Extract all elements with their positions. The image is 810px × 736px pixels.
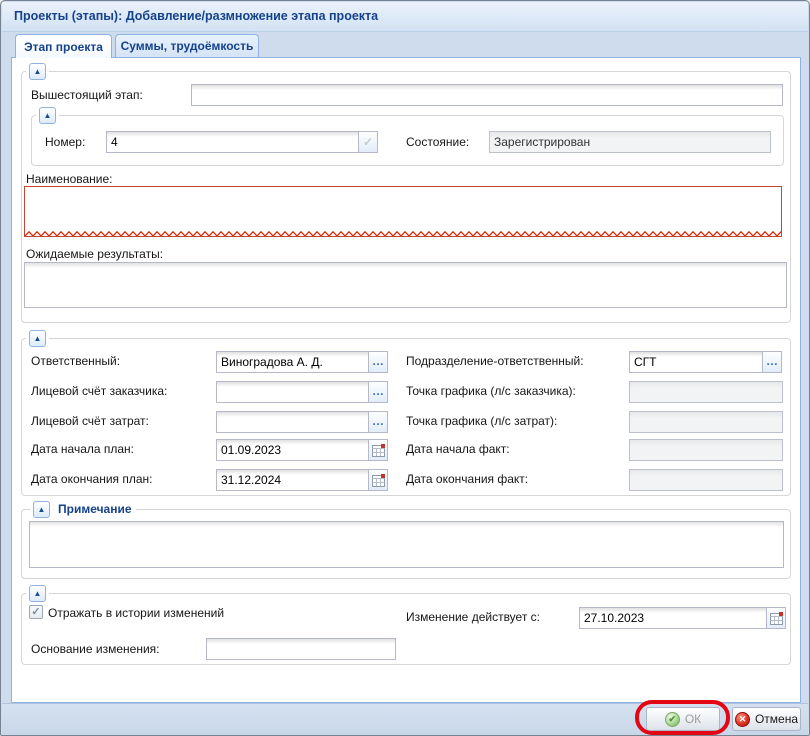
fact-start-date-label: Дата начала факт:	[406, 442, 510, 456]
calendar-icon	[372, 474, 385, 487]
triangle-up-icon: ▲	[44, 112, 52, 120]
ellipsis-icon: …	[372, 386, 384, 396]
plan-end-date-trigger[interactable]	[368, 469, 388, 491]
cancel-button[interactable]: ✕ Отмена	[732, 707, 801, 731]
schedule-point-customer-label: Точка графика (л/с заказчика):	[406, 384, 576, 398]
change-effective-date-input[interactable]	[579, 607, 767, 629]
triangle-up-icon: ▲	[34, 590, 42, 598]
triangle-up-icon: ▲	[34, 68, 42, 76]
window-titlebar[interactable]: Проекты (этапы): Добавление/размножение …	[2, 2, 808, 32]
responsible-lookup-trigger[interactable]: …	[368, 351, 388, 373]
fieldset-details-collapse-button[interactable]: ▲	[29, 330, 46, 347]
responsible-department-label: Подразделение-ответственный:	[406, 354, 584, 368]
ellipsis-icon: …	[766, 356, 778, 366]
schedule-point-cost-input	[629, 411, 783, 433]
state-label: Состояние:	[406, 135, 469, 149]
plan-start-date-trigger[interactable]	[368, 439, 388, 461]
history-checkbox: ✓	[29, 605, 43, 619]
ok-check-icon: ✔	[665, 712, 680, 727]
cancel-x-icon: ✕	[735, 712, 750, 727]
triangle-up-icon: ▲	[34, 335, 42, 343]
ellipsis-icon: …	[372, 356, 384, 366]
change-effective-date-trigger[interactable]	[766, 607, 786, 629]
ok-button-label: ОК	[685, 712, 701, 726]
calendar-icon	[770, 612, 783, 625]
name-field-invalid	[24, 186, 782, 237]
customer-account-lookup-trigger[interactable]: …	[368, 381, 388, 403]
fieldset-number-collapse-button[interactable]: ▲	[39, 107, 56, 124]
expected-results-label: Ожидаемые результаты:	[26, 247, 163, 261]
cost-account-label: Лицевой счёт затрат:	[31, 414, 149, 428]
number-confirm-trigger[interactable]: ✓	[358, 131, 378, 153]
schedule-point-customer-input	[629, 381, 783, 403]
name-label: Наименование:	[26, 172, 113, 186]
number-input[interactable]	[106, 131, 359, 153]
tab-stage-label: Этап проекта	[24, 40, 103, 54]
tab-sums[interactable]: Суммы, трудоёмкость	[115, 34, 259, 57]
cost-account-lookup-trigger[interactable]: …	[368, 411, 388, 433]
calendar-icon	[372, 444, 385, 457]
note-legend: Примечание	[54, 502, 136, 516]
plan-end-date-input[interactable]	[216, 469, 369, 491]
parent-stage-label: Вышестоящий этап:	[31, 88, 143, 102]
window-title: Проекты (этапы): Добавление/размножение …	[14, 9, 378, 23]
dialog-window: Проекты (этапы): Добавление/размножение …	[0, 0, 810, 736]
plan-start-date-label: Дата начала план:	[31, 442, 134, 456]
invalid-underline-icon	[25, 231, 781, 236]
name-textarea[interactable]	[25, 187, 781, 230]
change-effective-date-label: Изменение действует с:	[406, 610, 540, 624]
cancel-button-label: Отмена	[755, 712, 798, 726]
customer-account-input[interactable]	[216, 381, 369, 403]
tab-stage[interactable]: Этап проекта	[15, 34, 112, 58]
check-icon: ✓	[31, 607, 40, 618]
triangle-up-icon: ▲	[38, 506, 46, 514]
ellipsis-icon: …	[372, 416, 384, 426]
fact-end-date-input	[629, 469, 783, 491]
state-input	[489, 131, 771, 153]
number-label: Номер:	[45, 135, 85, 149]
cost-account-input[interactable]	[216, 411, 369, 433]
tab-sums-label: Суммы, трудоёмкость	[121, 39, 254, 53]
responsible-department-lookup-trigger[interactable]: …	[762, 351, 782, 373]
expected-results-textarea[interactable]	[24, 262, 787, 308]
schedule-point-cost-label: Точка графика (л/с затрат):	[406, 414, 557, 428]
note-textarea[interactable]	[29, 521, 784, 568]
gray-check-icon: ✓	[363, 135, 373, 149]
responsible-label: Ответственный:	[31, 354, 120, 368]
change-reason-label: Основание изменения:	[31, 642, 159, 656]
plan-end-date-label: Дата окончания план:	[31, 472, 153, 486]
fieldset-main-collapse-button[interactable]: ▲	[29, 63, 46, 80]
change-reason-input[interactable]	[206, 638, 396, 660]
parent-stage-input[interactable]	[191, 84, 783, 106]
fieldset-note-collapse-button[interactable]: ▲	[33, 501, 50, 518]
responsible-department-input[interactable]	[629, 351, 763, 373]
fact-start-date-input	[629, 439, 783, 461]
responsible-input[interactable]	[216, 351, 369, 373]
fact-end-date-label: Дата окончания факт:	[406, 472, 528, 486]
plan-start-date-input[interactable]	[216, 439, 369, 461]
ok-button[interactable]: ✔ ОК	[646, 707, 720, 731]
history-checkbox-label: Отражать в истории изменений	[48, 606, 224, 620]
customer-account-label: Лицевой счёт заказчика:	[31, 384, 167, 398]
fieldset-history-collapse-button[interactable]: ▲	[29, 585, 46, 602]
